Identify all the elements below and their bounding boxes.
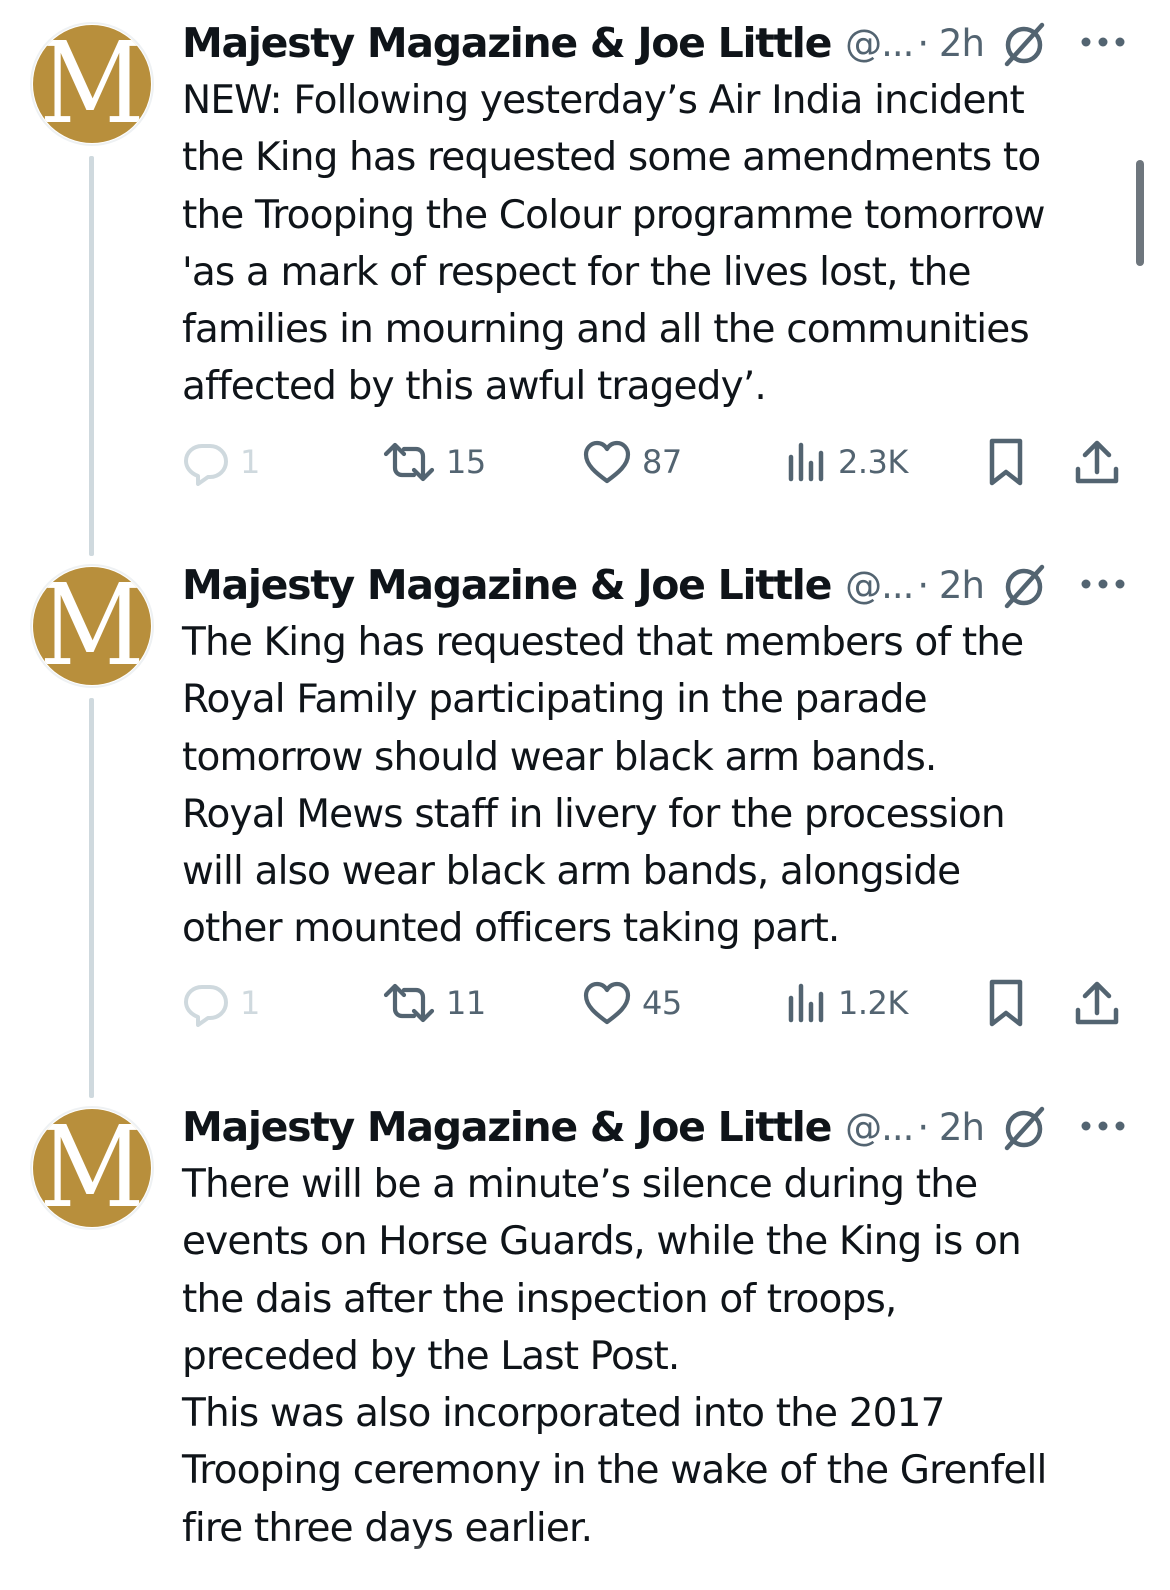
tweet-text: The King has requested that members of t… xyxy=(182,620,1024,952)
avatar-logo: M xyxy=(33,567,151,685)
reply-icon xyxy=(184,985,228,1027)
tweet-header: Majesty Magazine & Joe Little @... · 2h xyxy=(182,560,1142,610)
views-count: 1.2K xyxy=(838,984,908,1022)
share-button[interactable] xyxy=(1074,973,1120,1033)
repost-button[interactable]: 15 xyxy=(382,432,486,492)
bottom-fade xyxy=(0,1540,1170,1590)
tweet-text: NEW: Following yesterday’s Air India inc… xyxy=(182,78,1045,410)
repost-button[interactable]: 11 xyxy=(382,973,486,1033)
grok-icon[interactable] xyxy=(1000,562,1048,610)
repost-icon xyxy=(383,442,435,482)
reply-button[interactable]: 1 xyxy=(182,973,260,1033)
more-icon[interactable] xyxy=(1080,32,1126,52)
repost-count: 15 xyxy=(446,443,486,481)
repost-count: 11 xyxy=(446,984,486,1022)
grok-icon[interactable] xyxy=(1000,20,1048,68)
thread-line xyxy=(89,698,94,1098)
avatar[interactable]: M xyxy=(30,564,154,688)
timestamp[interactable]: · 2h xyxy=(917,564,985,607)
avatar[interactable]: M xyxy=(30,22,154,146)
like-icon xyxy=(583,440,631,484)
avatar-logo: M xyxy=(33,25,151,143)
grok-icon[interactable] xyxy=(1000,1104,1048,1152)
avatar-letter: M xyxy=(39,567,145,685)
like-button[interactable]: 87 xyxy=(582,432,682,492)
views-button[interactable]: 1.2K xyxy=(786,973,908,1033)
author-handle[interactable]: @... xyxy=(845,1106,914,1149)
tweet-actions: 1 15 87 2.3K xyxy=(182,432,1142,492)
author-name[interactable]: Majesty Magazine & Joe Little xyxy=(182,561,832,609)
like-count: 87 xyxy=(642,443,682,481)
timestamp[interactable]: · 2h xyxy=(917,22,985,65)
tweet-header: Majesty Magazine & Joe Little @... · 2h xyxy=(182,1102,1142,1152)
bookmark-icon xyxy=(989,979,1023,1027)
share-button[interactable] xyxy=(1074,432,1120,492)
more-icon[interactable] xyxy=(1080,1116,1126,1136)
views-button[interactable]: 2.3K xyxy=(786,432,908,492)
views-count: 2.3K xyxy=(838,443,908,481)
author-name[interactable]: Majesty Magazine & Joe Little xyxy=(182,1103,832,1151)
author-name[interactable]: Majesty Magazine & Joe Little xyxy=(182,19,832,67)
like-button[interactable]: 45 xyxy=(582,973,682,1033)
thread-line xyxy=(89,156,94,556)
timestamp[interactable]: · 2h xyxy=(917,1106,985,1149)
reply-count: 1 xyxy=(240,443,260,481)
avatar-logo: M xyxy=(33,1109,151,1227)
views-icon xyxy=(788,442,824,482)
reply-count: 1 xyxy=(240,984,260,1022)
views-icon xyxy=(788,983,824,1023)
share-icon xyxy=(1075,440,1119,484)
reply-icon xyxy=(184,444,228,486)
author-handle[interactable]: @... xyxy=(845,564,914,607)
tweet-header: Majesty Magazine & Joe Little @... · 2h xyxy=(182,18,1142,68)
repost-icon xyxy=(383,983,435,1023)
bookmark-button[interactable] xyxy=(984,973,1028,1033)
avatar-letter: M xyxy=(39,1109,145,1227)
share-icon xyxy=(1075,981,1119,1025)
tweet-text: There will be a minute’s silence during … xyxy=(182,1162,1047,1551)
reply-button[interactable]: 1 xyxy=(182,432,260,492)
bookmark-icon xyxy=(989,438,1023,486)
tweet-actions: 1 11 45 1.2K xyxy=(182,973,1142,1033)
more-icon[interactable] xyxy=(1080,574,1126,594)
avatar[interactable]: M xyxy=(30,1106,154,1230)
author-handle[interactable]: @... xyxy=(845,22,914,65)
like-icon xyxy=(583,981,631,1025)
like-count: 45 xyxy=(642,984,682,1022)
bookmark-button[interactable] xyxy=(984,432,1028,492)
avatar-letter: M xyxy=(39,25,145,143)
